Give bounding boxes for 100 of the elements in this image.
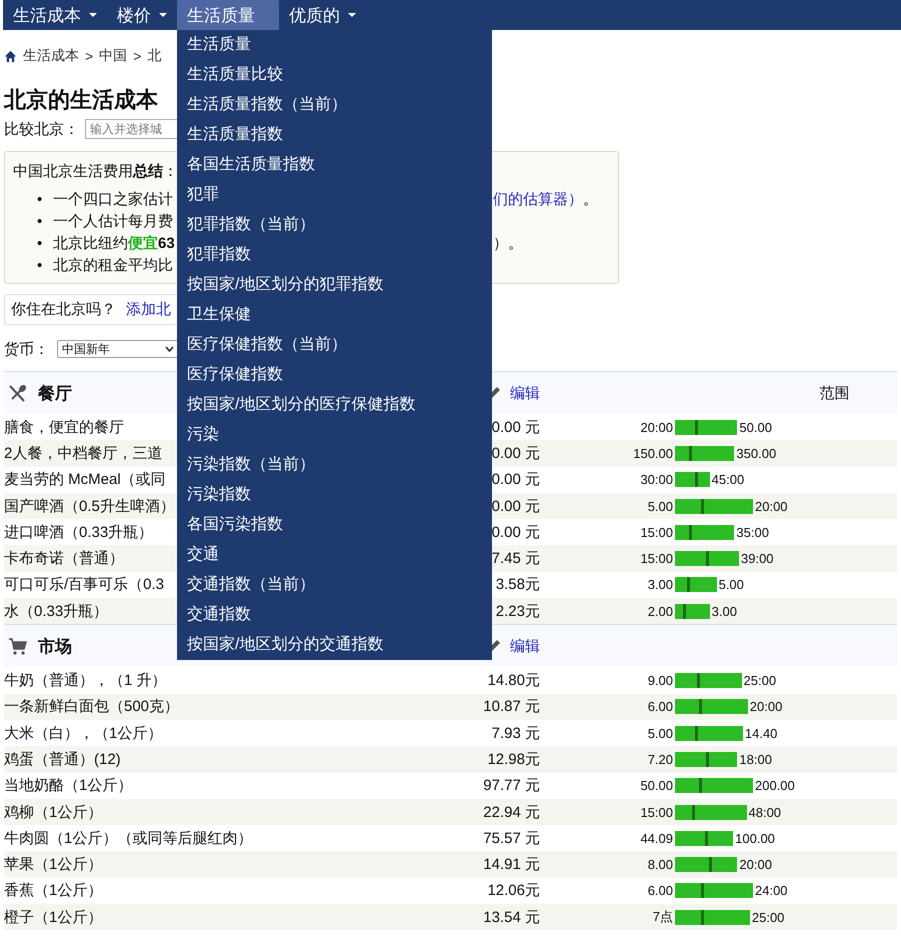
breadcrumb-separator: > [85,48,94,64]
range-high: 100.00 [734,830,775,846]
item-price: 97.77 元 [482,776,540,796]
dropdown-item[interactable]: 交通指数（当前） [177,570,492,600]
dropdown-item[interactable]: 医疗保健指数 [177,360,492,390]
summary-text: ）。 [493,234,523,254]
breadcrumb-link[interactable]: 中国 [99,47,128,65]
breadcrumb-link[interactable]: 北 [147,47,162,65]
summary-text: 一个四口之家估计 [53,190,173,210]
range-low: 5.00 [646,498,674,514]
nav-menu-item[interactable]: 生活成本 [3,0,107,30]
range-low: 6.00 [646,883,674,898]
bullet: • [37,212,42,232]
section-title: 餐厅 [38,382,72,404]
range-low: 7.20 [646,752,674,767]
summary-text: 北京比纽约便宜63 [53,234,175,254]
item-price: 12.06元 [486,881,540,900]
dropdown-item[interactable]: 按国家/地区划分的医疗保健指数 [177,390,492,420]
summary-heading: 中国北京生活费用总结： [13,163,178,180]
item-price: 22.94 元 [482,802,540,822]
range-high: 25:00 [742,673,776,688]
item-name: 膳食，便宜的餐厅 [4,418,124,437]
dropdown-item[interactable]: 污染 [177,420,492,450]
item-name: 一条新鲜白面包（500克） [4,697,180,716]
item-name: 香蕉（1公斤） [4,881,102,900]
dropdown-item[interactable]: 医疗保健指数（当前） [177,330,492,360]
dropdown-item[interactable]: 生活质量 [177,30,492,60]
range-low: 30:00 [639,472,674,488]
range-low: 15:00 [639,804,674,820]
currency-dropdown[interactable]: 中国新年 [57,340,179,358]
nav-menu-item[interactable]: 楼价 [107,0,177,30]
range-high: 350.00 [735,446,776,461]
dropdown-item[interactable]: 各国生活质量指数 [177,150,492,180]
item-name: 鸡柳（1公斤） [4,802,102,822]
range-high: 45:00 [710,472,744,488]
dropdown-item[interactable]: 犯罪指数 [177,240,492,270]
item-name: 当地奶酪（1公斤） [4,776,132,796]
range-low: 6.00 [646,699,674,714]
summary-text: 北京的租金平均比 [53,256,173,276]
estimator-link[interactable]: 们的估算器） [493,189,583,211]
item-price: 10.87 元 [482,697,540,716]
summary-text: 一个人估计每月费 [53,212,173,232]
range-low: 15:00 [639,524,674,540]
nav-menu-item[interactable]: 优质的 [279,0,366,30]
breadcrumb-link[interactable]: 生活成本 [23,47,79,65]
range-low: 3.00 [646,577,674,592]
dropdown-item[interactable]: 各国污染指数 [177,510,492,540]
item-name: 牛肉圆（1公斤）（或同等后腿红肉） [4,828,252,848]
column-header: 范围 [820,384,850,402]
range-high: 20:00 [748,699,782,714]
dropdown-item[interactable]: 生活质量指数（当前） [177,90,492,120]
bullet: • [37,190,42,210]
edit-link[interactable]: 编辑 [510,636,540,656]
item-price: 75.57 元 [482,828,540,848]
item-price: 0.00 元 [490,496,540,516]
item-price: 13.54 元 [482,908,540,927]
range-high: 3.00 [710,604,737,619]
item-name: 鸡蛋（普通）(12) [4,750,121,769]
dropdown-item[interactable]: 卫生保健 [177,300,492,330]
range-low: 44.09 [639,830,674,846]
dropdown-item[interactable]: 交通 [177,540,492,570]
item-name: 国产啤酒（0.5升生啤酒） [4,496,175,516]
range-low: 2.00 [646,604,674,619]
item-price: 7.45 元 [490,549,540,568]
dropdown-item[interactable]: 按国家/地区划分的犯罪指数 [177,270,492,300]
item-price: 7.93 元 [490,724,540,743]
item-price: 0.00 元 [490,444,540,463]
item-price: 3.58元 [494,575,540,594]
item-name: 橙子（1公斤） [4,908,102,927]
dropdown-item[interactable]: 按国家/地区划分的交通指数 [177,630,492,660]
dropdown-item[interactable]: 污染指数 [177,480,492,510]
range-high: 5.00 [718,577,744,592]
add-data-link[interactable]: 添加北 [126,300,171,319]
range-high: 24:00 [754,883,788,898]
item-name: 苹果（1公斤） [4,855,102,874]
section-title: 市场 [38,636,72,658]
range-high: 20:00 [754,498,788,514]
range-high: 39:00 [740,551,774,566]
dropdown-item[interactable]: 污染指数（当前） [177,450,492,480]
range-high: 48:00 [748,804,782,820]
edit-link[interactable]: 编辑 [510,384,540,402]
dropdown-item[interactable]: 犯罪 [177,180,492,210]
item-price: 0.00 元 [490,418,540,437]
bullet: • [37,256,42,276]
range-high: 14.40 [744,726,778,741]
dropdown-item[interactable]: 交通指数 [177,600,492,630]
summary-text: 。 [583,190,598,210]
dropdown-item[interactable]: 生活质量比较 [177,60,492,90]
range-low: 15:00 [639,551,674,566]
range-low: 8.00 [646,857,674,872]
item-name: 麦当劳的 McMeal（或同 [4,470,166,490]
range-low: 150.00 [632,446,674,461]
dropdown-item[interactable]: 犯罪指数（当前） [177,210,492,240]
nav-menu-item[interactable]: 生活质量 [177,0,279,30]
range-low: 9.00 [646,673,674,688]
bullet: • [37,234,42,254]
item-name: 卡布奇诺（普通） [4,549,124,568]
range-high: 25:00 [750,910,784,925]
item-name: 可口可乐/百事可乐（0.3 [4,575,164,594]
item-name: 大米（白），（1公斤） [4,724,162,743]
